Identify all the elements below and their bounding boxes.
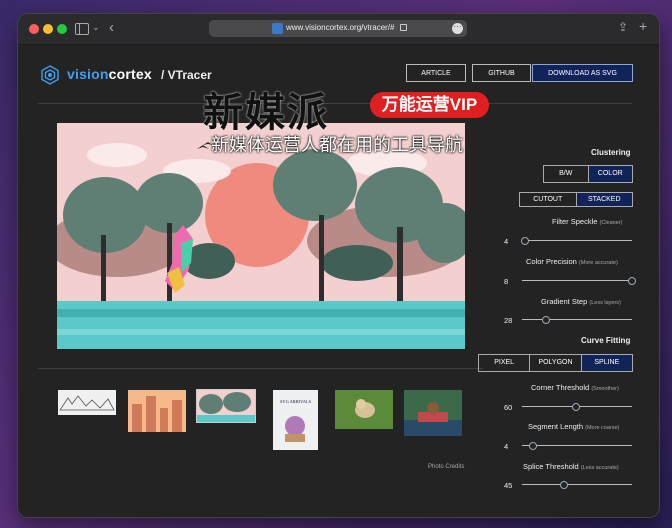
new-tab-icon[interactable]: + [639,18,647,34]
filter-speckle-value: 4 [504,237,509,246]
gallery-thumb-forest-selected[interactable] [196,389,256,423]
chevron-down-icon[interactable]: ⌄ [92,22,100,33]
splice-threshold-track[interactable] [522,484,632,486]
segment-length-track[interactable] [522,445,632,447]
gallery-thumb-city[interactable] [128,390,186,432]
more-options-icon[interactable]: ··· [452,23,463,34]
back-arrow-icon[interactable]: ‹ [109,19,114,36]
corner-threshold-knob[interactable] [571,402,580,411]
zoom-window-button[interactable] [57,24,67,34]
color-precision-value: 8 [504,277,509,286]
sidebar-toggle-icon[interactable] [75,23,89,35]
gradient-step-label: Gradient Step (Less layers) [541,297,621,306]
splice-threshold-knob[interactable] [559,480,568,489]
segment-length-knob[interactable] [529,441,537,450]
gallery-divider [38,368,483,369]
browser-window: ⌄ ‹ www.visioncortex.org/vtracer/# ··· ⇪… [18,14,659,517]
gradient-step-track[interactable] [522,319,632,321]
site-favicon-icon [272,23,283,34]
color-precision-knob[interactable] [628,276,636,285]
curve-fitting-heading: Curve Fitting [581,336,631,345]
segment-length-label: Segment Length (More coarse) [528,422,620,431]
watermark-brand-text: 新媒派 [203,91,329,135]
gradient-step-value: 28 [504,316,513,325]
splice-threshold-label: Splice Threshold (Less accurate) [523,462,619,471]
github-button[interactable]: GITHUB [472,64,531,82]
url-text: www.visioncortex.org/vtracer/# [286,23,395,32]
splice-threshold-value: 45 [504,481,513,490]
share-icon[interactable]: ⇪ [618,20,628,34]
gallery-thumb-game[interactable] [404,390,462,436]
segment-length-value: 4 [504,442,509,451]
polygon-option[interactable]: POLYGON [530,355,582,371]
minimize-window-button[interactable] [43,24,53,34]
gallery-thumb-poster[interactable]: SVG ARRIVALS [273,390,318,450]
pixel-option[interactable]: PIXEL [479,355,531,371]
close-window-button[interactable] [29,24,39,34]
corner-threshold-label: Corner Threshold (Smoother) [531,383,619,392]
stacked-option[interactable]: STACKED [576,193,632,206]
header-divider [38,103,632,104]
article-button[interactable]: ARTICLE [406,64,466,82]
brand-vision: vision [67,66,109,82]
page-content: visioncortex / VTracer ARTICLE GITHUB DO… [18,45,659,517]
color-option[interactable]: COLOR [588,166,632,182]
filter-speckle-knob[interactable] [521,236,530,245]
spline-option[interactable]: SPLINE [581,355,632,371]
watermark-tagline: 新媒体运营人都在用的工具导航 [211,135,463,155]
curve-mode-toggle: PIXEL POLYGON SPLINE [478,354,633,372]
gradient-step-knob[interactable] [542,315,551,324]
filter-speckle-track[interactable] [522,240,632,242]
color-precision-track[interactable] [522,280,632,282]
gallery-thumb-dog[interactable] [335,390,393,429]
brand-cortex: cortex [108,66,152,82]
brand-name[interactable]: visioncortex [67,66,152,82]
color-precision-label: Color Precision (More accurate) [526,257,618,266]
clustering-heading: Clustering [591,148,631,157]
lock-icon [400,24,407,31]
bw-option[interactable]: B/W [544,166,589,182]
address-bar[interactable]: www.visioncortex.org/vtracer/# ··· [209,20,467,37]
poster-title: SVG ARRIVALS [280,399,312,404]
filter-speckle-label: Filter Speckle (Cleaner) [552,217,623,226]
download-svg-button[interactable]: DOWNLOAD AS SVG [532,64,633,82]
photo-credits-link[interactable]: Photo Credits [428,464,464,470]
color-mode-toggle: B/W COLOR [543,165,633,183]
visioncortex-logo-icon[interactable] [40,65,60,85]
corner-threshold-value: 60 [504,403,513,412]
gallery-thumb-sketch[interactable] [58,390,116,415]
watermark-vip-badge: 万能运营VIP [370,92,489,118]
hierarchy-toggle: CUTOUT STACKED [519,192,633,207]
browser-titlebar: ⌄ ‹ www.visioncortex.org/vtracer/# ··· ⇪… [18,14,659,45]
cutout-option[interactable]: CUTOUT [520,193,577,206]
